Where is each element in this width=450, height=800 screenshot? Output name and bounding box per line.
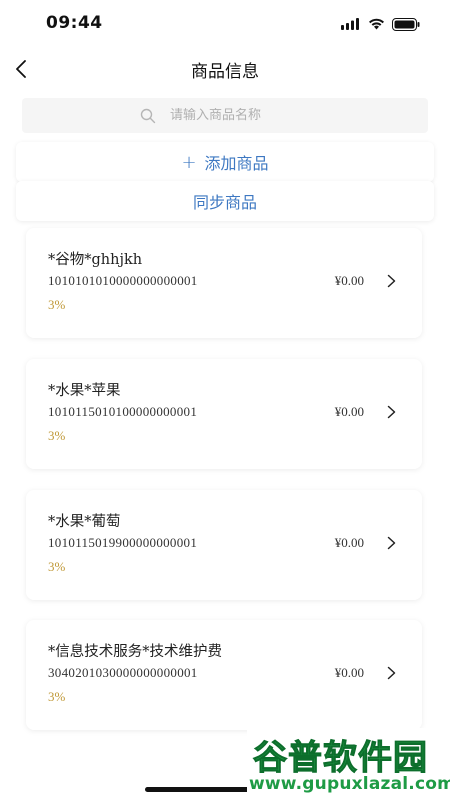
product-code: 1010101010000000000001 xyxy=(48,273,198,288)
product-tax-rate: 3% xyxy=(48,559,66,574)
sync-products-label: 同步商品 xyxy=(192,193,257,212)
page-title: 商品信息 xyxy=(191,62,259,82)
product-tax-rate: 3% xyxy=(48,428,66,443)
search-input[interactable] xyxy=(170,108,310,123)
product-card[interactable]: *谷物*ghhjkh 1010101010000000000001 3% ¥0.… xyxy=(26,228,422,338)
product-card[interactable]: *信息技术服务*技术维护费 3040201030000000000001 3% … xyxy=(26,620,422,730)
chevron-right-icon xyxy=(384,664,398,682)
status-time: 09:44 xyxy=(46,13,103,33)
product-price: ¥0.00 xyxy=(334,404,364,419)
product-tax-rate: 3% xyxy=(48,297,66,312)
product-name: *水果*葡萄 xyxy=(48,514,121,530)
product-price: ¥0.00 xyxy=(334,535,364,550)
add-product-label: 添加商品 xyxy=(204,154,269,173)
product-tax-rate: 3% xyxy=(48,689,66,704)
product-name: *谷物*ghhjkh xyxy=(48,252,143,268)
product-code: 1010115010100000000001 xyxy=(48,404,198,419)
add-product-button[interactable]: + 添加商品 xyxy=(16,142,434,182)
status-icons xyxy=(341,16,420,32)
search-icon xyxy=(140,108,156,123)
nav-bar: 商品信息 xyxy=(0,48,450,90)
product-card[interactable]: *水果*苹果 1010115010100000000001 3% ¥0.00 xyxy=(26,359,422,469)
product-code: 3040201030000000000001 xyxy=(48,665,198,680)
chevron-right-icon xyxy=(384,403,398,421)
watermark-url: www.gupuxlazal.com xyxy=(249,774,450,794)
chevron-right-icon xyxy=(384,534,398,552)
watermark: 谷普软件园 www.gupuxlazal.com xyxy=(247,728,450,800)
wifi-icon xyxy=(369,18,384,30)
product-price: ¥0.00 xyxy=(334,273,364,288)
signal-icon xyxy=(341,18,359,30)
status-bar: 09:44 xyxy=(0,0,450,48)
plus-icon: + xyxy=(181,151,197,173)
search-box[interactable] xyxy=(22,98,428,133)
product-code: 1010115019900000000001 xyxy=(48,535,198,550)
battery-icon xyxy=(392,17,420,31)
sync-products-button[interactable]: 同步商品 xyxy=(16,181,434,221)
watermark-logo-text: 谷普软件园 xyxy=(253,738,428,779)
product-price: ¥0.00 xyxy=(334,665,364,680)
chevron-right-icon xyxy=(384,272,398,290)
product-name: *信息技术服务*技术维护费 xyxy=(48,644,222,660)
product-name: *水果*苹果 xyxy=(48,383,121,399)
product-card[interactable]: *水果*葡萄 1010115019900000000001 3% ¥0.00 xyxy=(26,490,422,600)
